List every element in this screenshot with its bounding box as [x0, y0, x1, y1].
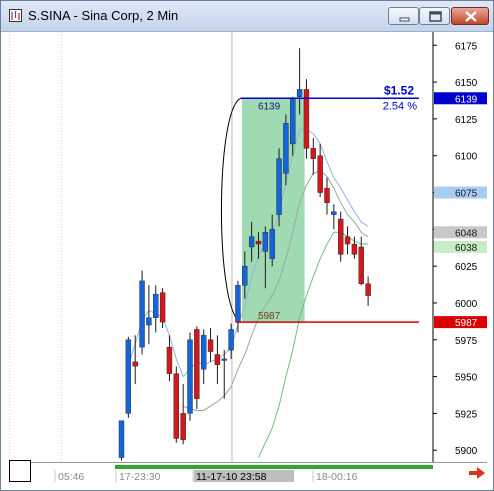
candle-body: [255, 240, 262, 245]
maximize-button[interactable]: [419, 7, 450, 25]
price-tick-label: 6150: [455, 78, 478, 89]
price-tag: 6048: [434, 226, 487, 239]
candle: [159, 288, 166, 328]
corner-toggle-box[interactable]: [9, 460, 31, 482]
candle: [118, 420, 125, 461]
chart-app-icon: [9, 9, 22, 22]
title-bar[interactable]: S.SINA - Sina Corp, 2 Min: [1, 1, 493, 32]
change-percent-label: 2.54 %: [383, 100, 417, 112]
range-low-label: 5987: [258, 311, 281, 322]
candle-body: [262, 232, 269, 252]
price-tick-label: 6125: [455, 115, 478, 126]
candle-body: [228, 329, 234, 351]
time-tick-label: 17-23:30: [119, 471, 161, 482]
candle: [338, 211, 344, 262]
price-tag: 5987: [434, 316, 487, 329]
price-tag: 6038: [434, 241, 487, 254]
price-tag-label: 6038: [455, 243, 478, 254]
candle-body: [166, 346, 173, 374]
time-tick-label: 05:46: [58, 471, 84, 482]
price-tick-label: 5975: [455, 336, 478, 347]
candle-body: [269, 229, 275, 259]
candle: [194, 326, 200, 409]
price-tag-label: 6075: [455, 189, 478, 200]
close-icon: [465, 11, 477, 22]
candle-body: [200, 335, 207, 370]
candle-body: [221, 358, 227, 361]
price-tag-label: 6139: [455, 94, 478, 105]
price-chart[interactable]: 6139 5987 $1.52 2.54 % 5900 5925 5950 5975 6…: [9, 32, 487, 482]
time-tick-label: 18-00:16: [316, 471, 358, 482]
candle-body: [125, 339, 132, 414]
candle-body: [317, 155, 323, 193]
candle-body: [173, 373, 180, 439]
candle: [303, 79, 310, 159]
candle-body: [207, 339, 214, 352]
price-tag: 6075: [434, 186, 487, 200]
price-tick-label: 6000: [455, 299, 478, 310]
price-tag: 6139: [434, 92, 487, 105]
time-axis-range-bar: [115, 465, 433, 469]
candle: [125, 336, 132, 418]
price-tick-label: 6100: [455, 152, 478, 163]
candle-body: [194, 329, 200, 399]
minimize-button[interactable]: [388, 7, 419, 25]
close-button[interactable]: [451, 7, 489, 25]
price-tick-label: 5900: [455, 446, 478, 457]
candle-body: [139, 280, 145, 348]
window-title: S.SINA - Sina Corp, 2 Min: [28, 8, 179, 23]
time-tick-label: 11-17-10 23:58: [196, 471, 267, 482]
candle: [276, 148, 282, 227]
candle-body: [351, 243, 358, 255]
candle-body: [146, 317, 152, 326]
candle-body: [187, 339, 193, 414]
price-tick-label: 5925: [455, 409, 478, 420]
price-tag-label: 6048: [455, 228, 478, 239]
candle-body: [248, 236, 255, 248]
candle-body: [296, 89, 303, 97]
candle-body: [214, 354, 221, 366]
maximize-icon: [429, 11, 442, 22]
candle-body: [338, 218, 344, 255]
candle-body: [153, 293, 159, 318]
candle-body: [344, 236, 351, 245]
candle-body: [331, 211, 337, 215]
candle-body: [180, 413, 186, 441]
candle-body: [242, 265, 248, 286]
candle-body: [132, 361, 138, 367]
candle: [173, 366, 180, 443]
minimize-icon: [399, 17, 410, 22]
chart-window: S.SINA - Sina Corp, 2 Min 6139 5987 $1.5…: [0, 0, 494, 491]
price-tick-label: 6175: [455, 41, 478, 52]
price-tick-label: 6025: [455, 262, 478, 273]
candle: [187, 332, 193, 421]
candle-body: [118, 420, 125, 458]
candle-body: [358, 246, 364, 285]
candle-body: [235, 285, 241, 323]
right-arrow-icon[interactable]: [467, 466, 487, 480]
candle-body: [290, 98, 296, 145]
candle: [139, 270, 145, 355]
candle-body: [276, 158, 282, 215]
candle-body: [324, 187, 330, 204]
candle-body: [365, 283, 371, 296]
candle-body: [310, 148, 316, 159]
candle-body: [159, 292, 166, 323]
change-amount-label: $1.52: [384, 83, 414, 97]
price-tag-label: 5987: [455, 318, 478, 329]
range-high-label: 6139: [258, 101, 281, 112]
candle-body: [283, 123, 289, 174]
price-tick-label: 5950: [455, 373, 478, 384]
